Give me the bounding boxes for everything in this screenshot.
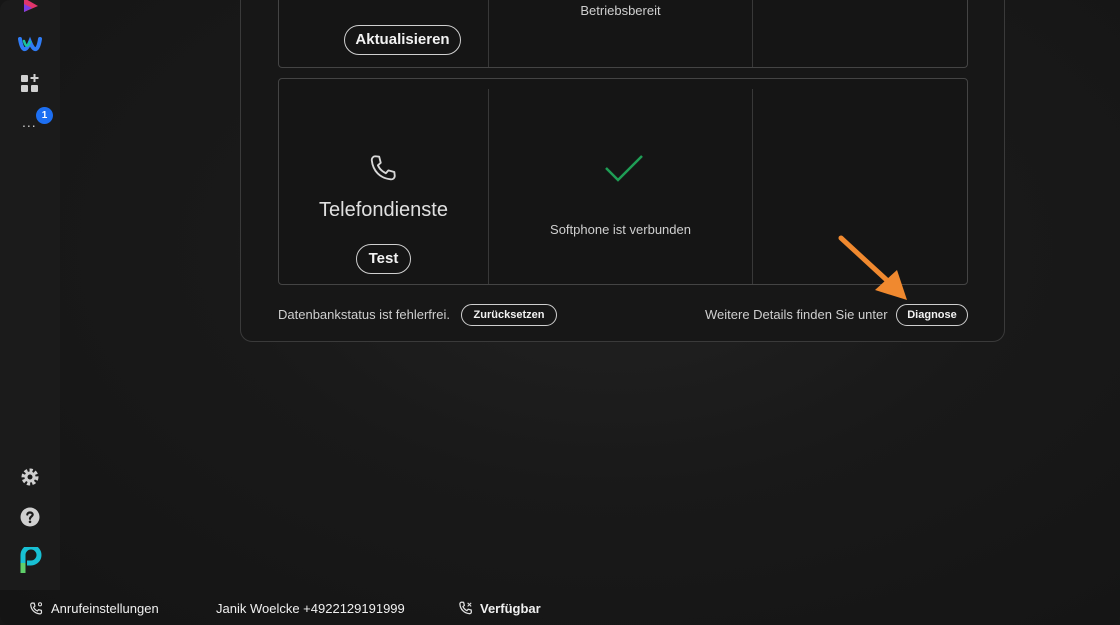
help-icon[interactable] bbox=[18, 505, 42, 529]
p-logo-icon[interactable] bbox=[18, 547, 44, 575]
more-apps-icon[interactable]: ... bbox=[22, 114, 37, 130]
left-rail: ... 1 bbox=[0, 0, 60, 590]
column-divider bbox=[488, 89, 489, 284]
telephony-title: Telefondienste bbox=[319, 199, 448, 221]
refresh-button[interactable]: Aktualisieren bbox=[344, 25, 461, 55]
column-divider bbox=[752, 0, 753, 67]
app-window: ... 1 Aktualisieren Betriebsbereit Telef… bbox=[0, 0, 1120, 625]
apps-add-icon[interactable] bbox=[18, 72, 42, 96]
status-card-top: Aktualisieren Betriebsbereit bbox=[278, 0, 968, 68]
top-status-text: Betriebsbereit bbox=[580, 3, 661, 18]
bottom-status-bar: Anrufeinstellungen Janik Woelcke +492212… bbox=[0, 595, 1120, 625]
app-logo-icon[interactable] bbox=[18, 0, 42, 20]
softphone-status-text: Softphone ist verbunden bbox=[550, 222, 691, 237]
db-status-text: Datenbankstatus ist fehlerfrei. bbox=[278, 307, 450, 322]
user-line-info[interactable]: Janik Woelcke +4922129191999 bbox=[216, 601, 405, 616]
checkmark-icon bbox=[605, 155, 643, 182]
notification-badge: 1 bbox=[36, 107, 53, 124]
availability-status[interactable]: Verfügbar bbox=[480, 601, 541, 616]
details-text: Weitere Details finden Sie unter bbox=[705, 307, 888, 322]
webex-icon[interactable] bbox=[18, 32, 42, 56]
availability-icon[interactable] bbox=[457, 600, 474, 617]
reset-button[interactable]: Zurücksetzen bbox=[461, 304, 557, 326]
phone-icon bbox=[370, 155, 396, 181]
gear-icon[interactable] bbox=[18, 465, 42, 489]
call-settings-icon[interactable] bbox=[28, 601, 44, 617]
column-divider bbox=[752, 89, 753, 284]
test-button[interactable]: Test bbox=[356, 244, 411, 274]
diagnose-button[interactable]: Diagnose bbox=[896, 304, 968, 326]
call-settings-link[interactable]: Anrufeinstellungen bbox=[51, 601, 159, 616]
annotation-arrow-icon bbox=[838, 235, 907, 300]
